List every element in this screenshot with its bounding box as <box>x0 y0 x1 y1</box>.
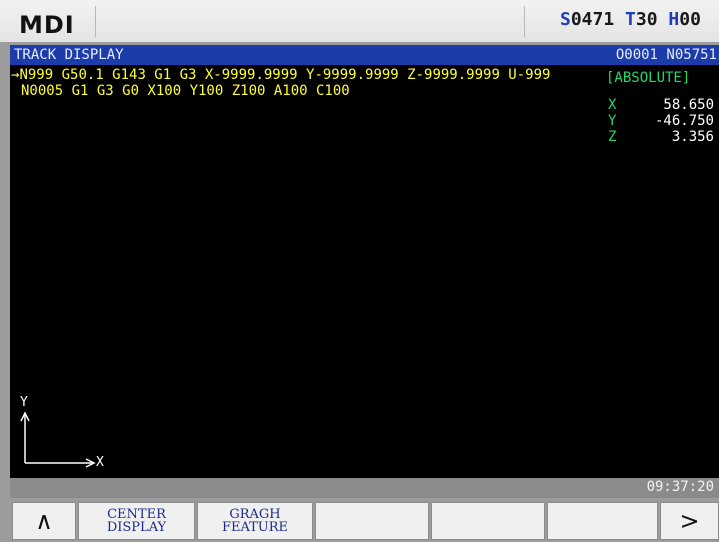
h-value: 00 <box>679 9 701 30</box>
track-display-screen: TRACK DISPLAY O0001 N05751 →N999 G50.1 G… <box>10 45 719 478</box>
center-display-button[interactable]: CENTER DISPLAY <box>78 502 195 540</box>
axis-row-y: Y -46.750 <box>608 113 714 129</box>
axis-row-x: X 58.650 <box>608 97 714 113</box>
axis-row-z: Z 3.356 <box>608 129 714 145</box>
tool-letter: T <box>625 9 636 30</box>
axis-label: X <box>608 97 617 113</box>
prev-page-button[interactable]: ∧ <box>12 502 76 540</box>
graph-feature-button[interactable]: GRAGH FEATURE <box>197 502 313 540</box>
program-number: O0001 N05751 <box>615 47 717 63</box>
mode-indicator: MDI <box>9 6 96 39</box>
xy-axes-indicator: Y X <box>16 395 106 475</box>
next-page-button[interactable]: > <box>660 502 719 540</box>
spindle-value: 0471 <box>570 9 615 30</box>
bottom-status-strip: 09:37:20 <box>10 478 719 498</box>
softkey-empty-4[interactable] <box>431 502 545 540</box>
program-line-text: N999 G50.1 G143 G1 G3 X-9999.9999 Y-9999… <box>19 67 551 83</box>
mode-label: MDI <box>19 11 75 39</box>
axes-arrows-icon <box>20 411 96 468</box>
program-line-current: →N999 G50.1 G143 G1 G3 X-9999.9999 Y-999… <box>11 67 550 83</box>
divider <box>524 6 525 37</box>
screen-title-bar: TRACK DISPLAY O0001 N05751 <box>10 45 719 65</box>
x-axis-label: X <box>96 455 104 470</box>
spindle-tool-status: S0471 T30 H00 <box>560 9 701 30</box>
top-status-bar: MDI S0471 T30 H00 <box>0 0 719 42</box>
axis-label: Z <box>608 129 617 145</box>
program-line-text: N0005 G1 G3 G0 X100 Y100 Z100 A100 C100 <box>21 83 350 99</box>
chevron-up-icon: ∧ <box>35 506 53 535</box>
coordinate-mode: [ABSOLUTE] <box>606 70 691 86</box>
clock: 09:37:20 <box>646 479 714 495</box>
y-axis-label: Y <box>20 395 28 410</box>
axis-label: Y <box>608 113 617 129</box>
axis-value: -46.750 <box>654 113 714 129</box>
spindle-letter: S <box>560 9 571 30</box>
softkey-label: CENTER DISPLAY <box>106 507 167 535</box>
chevron-right-icon: > <box>679 506 700 535</box>
softkey-empty-5[interactable] <box>547 502 658 540</box>
softkey-label: GRAGH FEATURE <box>221 507 289 535</box>
screen-title: TRACK DISPLAY <box>14 47 124 63</box>
softkey-bar: ∧ CENTER DISPLAY GRAGH FEATURE > <box>0 498 719 542</box>
axis-value: 58.650 <box>663 97 714 113</box>
tool-value: 30 <box>635 9 658 30</box>
program-line: N0005 G1 G3 G0 X100 Y100 Z100 A100 C100 <box>21 83 350 99</box>
axis-value: 3.356 <box>671 129 714 145</box>
h-letter: H <box>668 9 680 30</box>
softkey-empty-3[interactable] <box>315 502 429 540</box>
